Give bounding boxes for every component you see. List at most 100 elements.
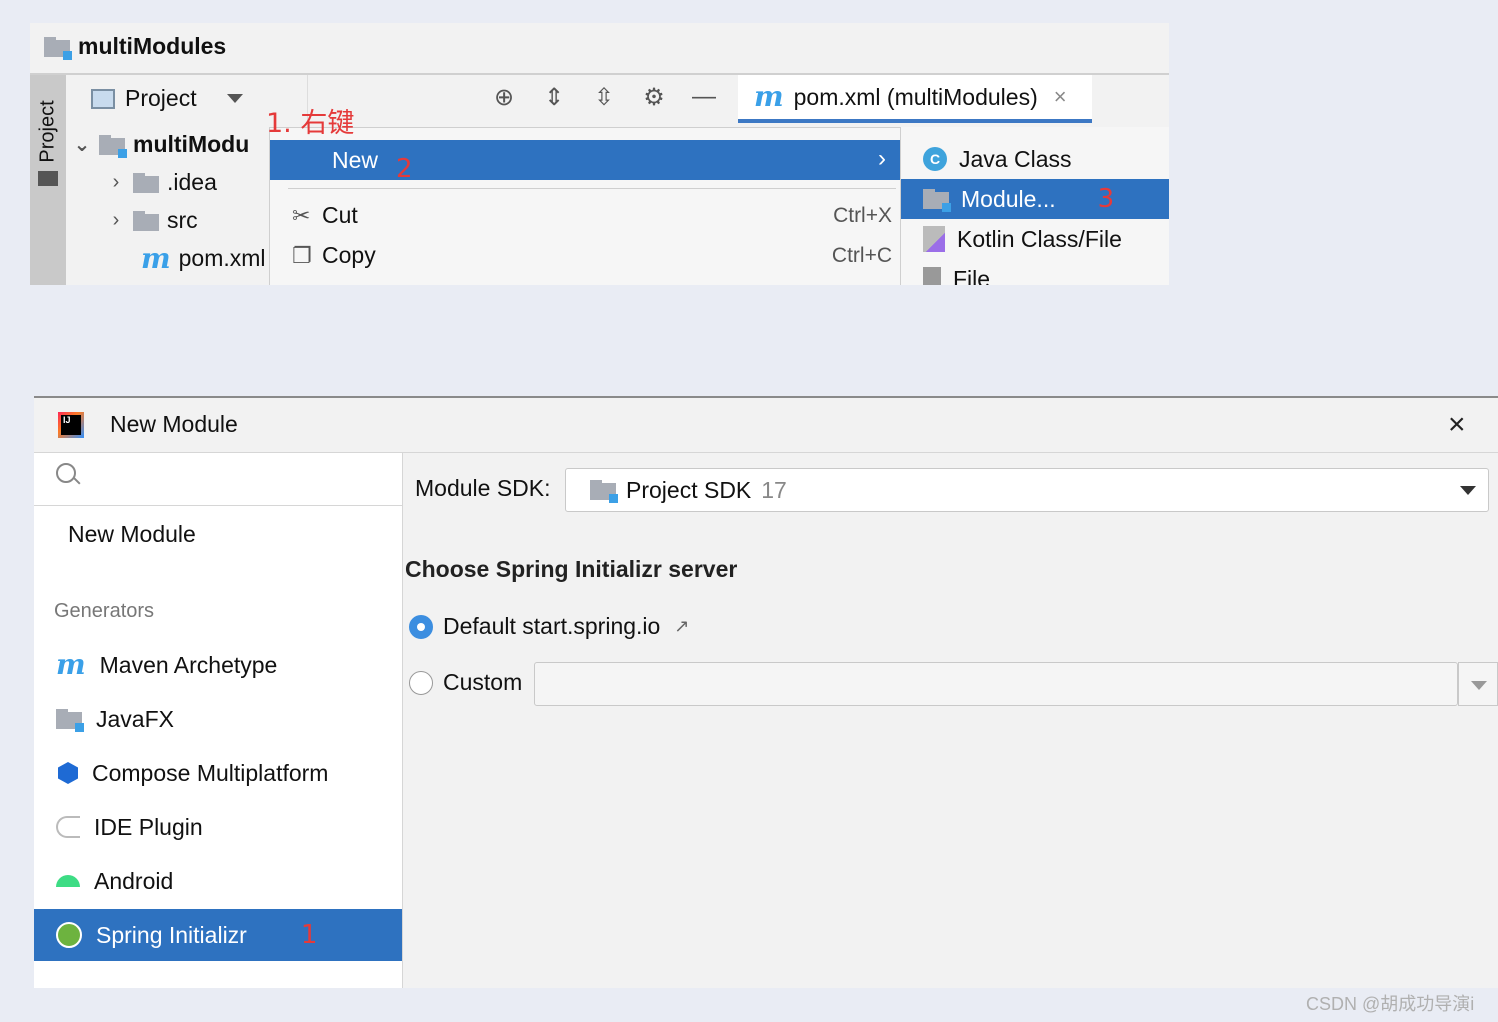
list-item-new-module[interactable]: New Module xyxy=(68,521,196,548)
new-submenu: C Java Class Module... 3 Kotlin Class/Fi… xyxy=(900,127,1169,285)
collapse-all-icon[interactable]: ⇳ xyxy=(590,83,618,111)
module-folder-icon xyxy=(99,134,127,158)
watermark: CSDN @胡成功导演i xyxy=(1306,994,1475,1014)
generator-javafx[interactable]: JavaFX xyxy=(34,693,402,745)
tree-root-row[interactable]: ⌄ multiModu xyxy=(73,131,249,158)
radio-button-checked[interactable] xyxy=(409,614,433,639)
chevron-down-icon[interactable] xyxy=(1460,486,1476,495)
radio-button[interactable] xyxy=(409,670,433,695)
chevron-down-icon[interactable] xyxy=(226,94,243,103)
generator-label: IDE Plugin xyxy=(94,813,203,840)
tree-item-idea[interactable]: › .idea xyxy=(107,169,217,196)
divider xyxy=(288,188,896,189)
folder-icon xyxy=(38,171,58,186)
chevron-right-icon[interactable]: › xyxy=(107,209,125,232)
scissors-icon: ✂ xyxy=(292,202,311,228)
locate-icon[interactable]: ⊕ xyxy=(490,83,518,111)
search-bar xyxy=(34,453,402,506)
android-icon xyxy=(56,875,80,887)
sdk-value: Project SDK xyxy=(626,476,752,503)
tree-item-label: .idea xyxy=(167,169,217,195)
project-view-icon xyxy=(91,88,115,109)
generator-settings: Module SDK: Project SDK 17 Choose Spring… xyxy=(403,453,1498,988)
java-class-icon: C xyxy=(923,147,947,171)
intellij-logo-icon: IJ xyxy=(58,412,84,438)
tree-item-label: src xyxy=(167,207,198,233)
tree-item-pom[interactable]: m pom.xml xyxy=(141,241,266,275)
folder-icon xyxy=(133,172,159,193)
annotation-step1: 1. 右键 xyxy=(266,108,355,139)
section-title: Choose Spring Initializr server xyxy=(405,556,738,582)
kotlin-file-icon xyxy=(923,226,945,252)
copy-icon: ❐ xyxy=(292,242,312,268)
custom-server-input[interactable] xyxy=(534,662,1458,706)
submenu-item-label: Kotlin Class/File xyxy=(957,225,1122,252)
menu-item-label: Cut xyxy=(322,202,358,228)
annotation-step1-dialog: 1 xyxy=(300,920,318,950)
submenu-item-java-class[interactable]: C Java Class xyxy=(901,139,1169,179)
tree-root-label: multiModu xyxy=(133,131,250,157)
maven-icon: m xyxy=(56,648,86,681)
submenu-item-file[interactable]: File xyxy=(901,259,1169,285)
generator-ide-plugin[interactable]: IDE Plugin xyxy=(34,801,402,853)
generator-compose[interactable]: Compose Multiplatform xyxy=(34,747,402,799)
submenu-item-module[interactable]: Module... 3 xyxy=(901,179,1169,219)
dialog-header: IJ New Module × xyxy=(34,398,1498,453)
shortcut: Ctrl+X xyxy=(833,203,892,227)
new-module-dialog: IJ New Module × New Module Generators m … xyxy=(34,396,1498,988)
search-input[interactable] xyxy=(86,461,390,497)
generator-label: Spring Initializr xyxy=(96,921,247,948)
menu-item-label: Copy xyxy=(322,242,376,268)
project-toolbar: ⊕ ⇕ ⇳ ⚙ — xyxy=(490,83,718,111)
window-title: multiModules xyxy=(44,33,226,60)
chevron-right-icon: › xyxy=(878,145,886,172)
generator-label: Compose Multiplatform xyxy=(92,759,329,786)
radio-label: Default start.spring.io xyxy=(443,613,661,639)
annotation-step3: 3 xyxy=(1097,184,1115,214)
window-title-text: multiModules xyxy=(78,33,227,59)
maven-icon: m xyxy=(754,80,784,113)
custom-server-dropdown[interactable] xyxy=(1458,662,1498,706)
module-sdk-label: Module SDK: xyxy=(415,475,551,501)
project-tool-label[interactable]: Project xyxy=(37,100,60,164)
radio-custom-server[interactable]: Custom xyxy=(409,669,522,696)
ide-project-window: multiModules Project Project ⌄ multiModu… xyxy=(30,23,1169,285)
radio-default-server[interactable]: Default start.spring.io ↗ xyxy=(409,613,689,640)
generator-android[interactable]: Android xyxy=(34,855,402,907)
expand-all-icon[interactable]: ⇕ xyxy=(540,83,568,111)
context-menu: New 2 › ✂ Cut Ctrl+X ❐ Copy Ctrl+C xyxy=(269,127,901,285)
shortcut: Ctrl+C xyxy=(831,243,892,267)
minimize-icon[interactable]: — xyxy=(690,83,718,111)
sdk-folder-icon xyxy=(590,480,618,503)
sdk-version: 17 xyxy=(761,476,787,503)
editor-tab-pom[interactable]: m pom.xml (multiModules) × xyxy=(738,75,1092,123)
file-icon xyxy=(923,267,941,285)
close-icon[interactable]: × xyxy=(1054,84,1067,110)
chevron-right-icon[interactable]: › xyxy=(107,171,125,194)
generator-maven-archetype[interactable]: m Maven Archetype xyxy=(34,639,402,691)
gear-icon[interactable]: ⚙ xyxy=(640,83,668,111)
maven-icon: m xyxy=(141,241,171,275)
project-view-selector[interactable]: Project xyxy=(91,85,243,112)
close-icon[interactable]: × xyxy=(1448,408,1466,442)
tree-item-src[interactable]: › src xyxy=(107,207,198,234)
module-sdk-select[interactable]: Project SDK 17 xyxy=(565,468,1489,512)
plugin-icon xyxy=(56,816,80,838)
menu-item-copy[interactable]: ❐ Copy Ctrl+C xyxy=(292,242,892,269)
chevron-down-icon[interactable]: ⌄ xyxy=(73,132,91,157)
module-folder-icon xyxy=(44,36,72,60)
external-link-icon[interactable]: ↗ xyxy=(674,616,689,637)
compose-icon xyxy=(58,762,78,784)
menu-item-new[interactable]: New 2 › xyxy=(270,140,900,184)
generator-label: Maven Archetype xyxy=(99,651,278,678)
submenu-item-kotlin[interactable]: Kotlin Class/File xyxy=(901,219,1169,259)
javafx-folder-icon xyxy=(56,709,84,732)
dialog-title: New Module xyxy=(110,411,238,437)
submenu-item-label: Java Class xyxy=(959,145,1072,172)
generator-spring-initializr[interactable]: Spring Initializr 1 xyxy=(34,909,402,961)
menu-item-cut[interactable]: ✂ Cut Ctrl+X xyxy=(292,202,892,229)
submenu-item-label: File xyxy=(953,265,991,286)
search-icon xyxy=(56,463,76,483)
spring-icon xyxy=(56,922,82,948)
project-tool-strip[interactable]: Project xyxy=(30,75,66,285)
